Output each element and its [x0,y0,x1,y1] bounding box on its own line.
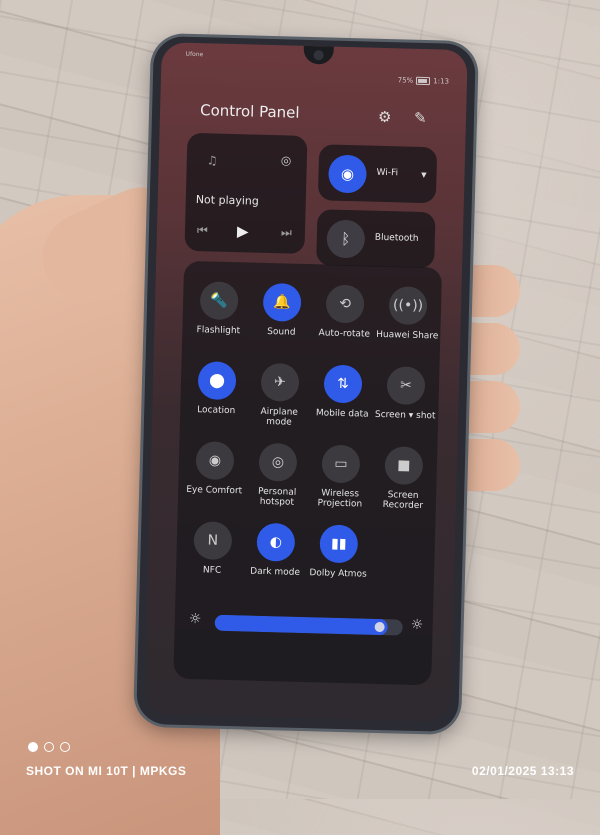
status-right: 75% 1:13 [398,76,449,85]
media-status: Not playing [195,193,260,208]
brightness-row: ☼ ☼ [182,611,424,637]
toggle-label: Eye Comfort [186,484,243,497]
edit-icon[interactable]: ✎ [414,109,427,127]
gear-icon[interactable]: ⚙ [378,108,392,126]
brightness-high-icon: ☼ [410,616,424,634]
watermark-device: SHOT ON MI 10T | MPKGS [26,764,187,778]
toggle-auto-rotate[interactable]: ⟲ Auto-rotate [312,284,377,340]
toggle-label: Sound [267,326,296,338]
watermark-dots [28,742,70,752]
location-icon: ⬤ [197,361,237,401]
chevron-down-icon[interactable]: ▼ [421,171,427,179]
toggle-nfc[interactable]: N NFC [180,521,245,577]
wifi-label: Wi-Fi [376,167,399,179]
toggle-label: Mobile data [315,408,369,420]
next-icon[interactable]: ⏭ [281,225,292,240]
toggle-screen-shot[interactable]: ✂ Screen ▾ shot [373,366,438,422]
flashlight-icon: 🔦 [199,281,239,321]
toggle-label: NFC [202,565,222,576]
toggle-personal-hotspot[interactable]: ◎ Personal hotspot [245,442,311,508]
toggle-label: Auto-rotate [318,328,371,340]
dolby-icon: ▮▮ [319,524,359,564]
audio-output-icon[interactable]: ◎ [281,153,292,167]
eye-icon: ◉ [195,441,235,481]
toggle-wireless-projection[interactable]: ▭ Wireless Projection [308,444,374,510]
bluetooth-label: Bluetooth [374,232,419,244]
toggle-location[interactable]: ⬤ Location [184,361,249,417]
brightness-low-icon: ☼ [188,611,202,628]
phone-screen: Ufone 75% 1:13 Control Panel ⚙ ✎ ♫ ◎ Not… [144,42,468,722]
toggle-label: Location [197,405,236,417]
wifi-tile[interactable]: ◉ Wi-Fi ▼ [317,144,438,204]
toggle-label: Wireless Projection [317,488,363,510]
battery-icon [416,76,431,86]
control-panel-title: Control Panel [199,101,300,122]
mobile-data-icon: ⇅ [323,364,363,404]
status-time: 1:13 [433,77,450,86]
toggle-label: Dark mode [250,566,301,578]
toggle-label: Personal hotspot [257,486,297,508]
airplane-icon: ✈ [260,362,300,402]
toggle-airplane-mode[interactable]: ✈ Airplane mode [247,362,313,428]
toggle-label: Huawei Share [376,329,439,342]
music-note-icon: ♫ [206,153,218,168]
battery-percent: 75% [397,76,414,85]
toggle-dark-mode[interactable]: ◐ Dark mode [243,522,308,578]
toggle-flashlight[interactable]: 🔦 Flashlight [186,281,251,337]
carrier-label: Ufone [185,50,204,59]
media-card[interactable]: ♫ ◎ Not playing ⏮ ▶ ⏭ [184,132,308,254]
share-icon: ((•)) [388,286,428,326]
toggle-label: Airplane mode [260,406,299,428]
toggle-label: Screen Recorder [382,490,424,512]
toggle-huawei-share[interactable]: ((•)) Huawei Share [375,286,440,342]
wifi-icon: ◉ [328,154,368,194]
play-icon[interactable]: ▶ [237,222,249,240]
projection-icon: ▭ [321,444,361,484]
hotspot-icon: ◎ [258,442,298,482]
watermark-datetime: 02/01/2025 13:13 [471,764,574,778]
toggle-eye-comfort[interactable]: ◉ Eye Comfort [182,441,247,497]
toggle-screen-recorder[interactable]: ■ Screen Recorder [371,446,437,512]
toggle-label: Dolby Atmos [309,568,367,580]
toggle-grid: ☼ ☼ 🔦 Flashlight 🔔 Sound ⟲ Auto-rotate ((•)) Hu… [173,260,443,686]
toggle-mobile-data[interactable]: ⇅ Mobile data [310,364,375,420]
screenshot-icon: ✂ [386,366,426,406]
bell-icon: 🔔 [262,282,302,322]
toggle-label: Screen ▾ shot [374,409,436,422]
bluetooth-tile[interactable]: ᛒ Bluetooth [316,209,436,269]
toggle-sound[interactable]: 🔔 Sound [249,282,314,339]
brightness-slider[interactable] [214,614,403,636]
phone: Ufone 75% 1:13 Control Panel ⚙ ✎ ♫ ◎ Not… [136,35,476,733]
previous-icon[interactable]: ⏮ [197,223,208,238]
camera-notch [303,45,334,65]
nfc-icon: N [193,521,233,561]
toggle-dolby-atmos[interactable]: ▮▮ Dolby Atmos [306,524,371,580]
dark-mode-icon: ◐ [256,522,296,562]
bluetooth-icon: ᛒ [326,219,366,259]
video-camera-icon: ■ [384,446,424,486]
auto-rotate-icon: ⟲ [325,284,365,324]
toggle-label: Flashlight [196,325,241,337]
